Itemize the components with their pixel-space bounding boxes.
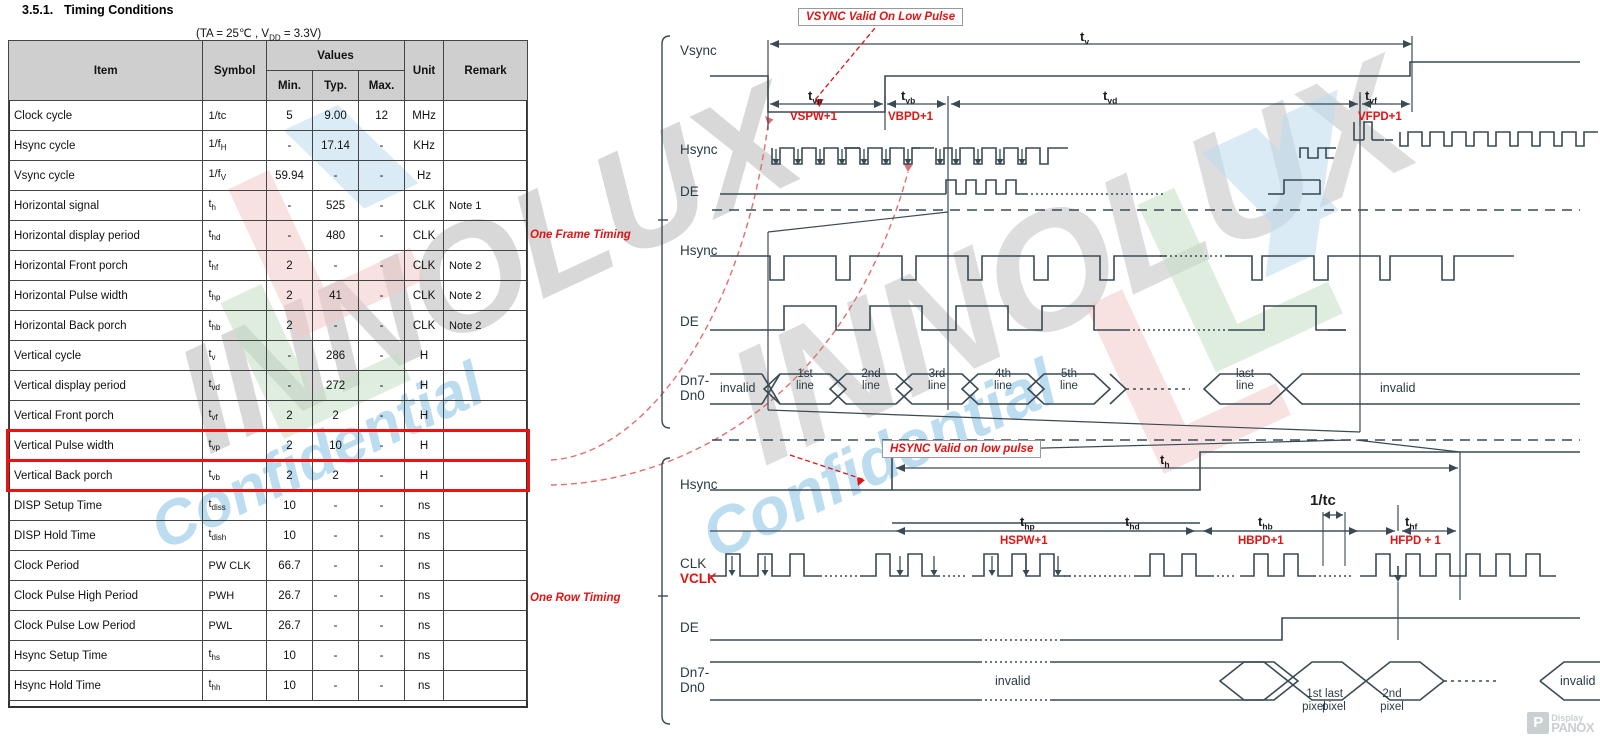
thd-subscript: hd <box>1129 521 1140 532</box>
data-cell-invalid-row-end: invalid <box>1560 674 1596 688</box>
group-label-one-row-timing: One Row Timing <box>530 592 621 604</box>
tvd-subscript: vd <box>1107 95 1118 106</box>
timing-label-thp: thp <box>1020 514 1035 532</box>
timing-label-tvp: tvp <box>808 88 822 106</box>
data-cell-3rd-line: 3rd line <box>928 368 946 392</box>
callout-hsync-valid: HSYNC Valid on low pulse <box>882 440 1042 458</box>
tvf-subscript: vf <box>1369 95 1377 106</box>
timing-diagrams: VSYNC Valid On Low Pulse HSYNC Valid on … <box>530 0 1600 738</box>
thb-subscript: hb <box>1262 521 1273 532</box>
leader-vbpd <box>550 171 909 486</box>
timing-label-th: th <box>1160 452 1170 470</box>
signal-label-clk-row: CLK VCLK <box>680 556 717 586</box>
timing-label-clock-period: 1/tc <box>1310 492 1336 509</box>
signal-label-clk: CLK <box>680 556 707 571</box>
timing-label-thb: thb <box>1258 514 1273 532</box>
group-label-one-frame-timing: One Frame Timing <box>530 229 631 241</box>
tvp-subscript: vp <box>812 95 823 106</box>
timing-label-tvb: tvb <box>901 88 915 106</box>
displaypanox-logo: P Display PANOX <box>1527 712 1594 734</box>
signal-label-vsync: Vsync <box>680 43 717 58</box>
red-label-hbpd: HBPD+1 <box>1238 535 1284 547</box>
timing-label-thd: thd <box>1125 514 1140 532</box>
data-cell-5th-line: 5th line <box>1060 368 1078 392</box>
data-cell-invalid-frame-end: invalid <box>1380 381 1416 395</box>
data-cell-invalid-row-start: invalid <box>995 674 1031 688</box>
callout-vsync-valid: VSYNC Valid On Low Pulse <box>798 8 964 26</box>
datasheet-page: INNOLUX Confidential INNOLUX Confidentia… <box>0 0 1600 738</box>
data-cell-4th-line: 4th line <box>994 368 1012 392</box>
leader-arrow-vspw <box>765 116 774 125</box>
signal-label-data-row-line1: Dn7- <box>680 665 710 680</box>
data-cell-2nd-pixel: 2nd pixel <box>1380 688 1404 713</box>
data-cell-1st-line: 1st line <box>796 368 814 392</box>
th-subscript: h <box>1164 459 1170 470</box>
signal-label-vclk: VCLK <box>680 571 717 586</box>
tv-subscript: v <box>1084 36 1090 47</box>
red-label-hspw: HSPW+1 <box>1000 535 1048 547</box>
data-cell-last-pixel: last pixel <box>1322 688 1346 713</box>
leader-vspw <box>550 124 769 461</box>
timing-label-tv: tv <box>1080 29 1089 47</box>
data-cell-last-line: last line <box>1236 368 1254 392</box>
timing-label-tvf: tvf <box>1365 88 1377 106</box>
signal-label-data-row: Dn7- Dn0 <box>680 665 709 695</box>
signal-label-data-frame-line1: Dn7- <box>680 373 710 388</box>
logo-line-2: PANOX <box>1551 720 1594 735</box>
red-label-vbpd: VBPD+1 <box>888 111 934 123</box>
signal-label-de-expanded: DE <box>680 314 699 329</box>
red-label-vfpd: VFPD+1 <box>1358 111 1402 123</box>
timing-label-thf: thf <box>1405 514 1417 532</box>
signal-label-data-frame-line2: Dn0 <box>680 388 705 403</box>
logo-mark-icon: P <box>1527 712 1550 734</box>
thf-subscript: hf <box>1409 521 1418 532</box>
leader-arrow-vbpd <box>903 163 913 172</box>
signal-label-hsync-expanded: Hsync <box>680 243 718 258</box>
data-cell-invalid-frame-start: invalid <box>720 381 756 395</box>
tvb-subscript: vb <box>905 95 916 106</box>
red-label-vspw: VSPW+1 <box>790 111 837 123</box>
thp-subscript: hp <box>1024 521 1035 532</box>
signal-label-hsync-row: Hsync <box>680 477 718 492</box>
signal-label-hsync-top: Hsync <box>680 142 718 157</box>
signal-label-data-frame: Dn7- Dn0 <box>680 373 709 403</box>
data-cell-2nd-line: 2nd line <box>861 368 881 392</box>
red-label-hfpd: HFPD + 1 <box>1390 535 1441 547</box>
signal-label-de-row: DE <box>680 620 699 635</box>
timing-label-tvd: tvd <box>1103 88 1117 106</box>
signal-label-data-row-line2: Dn0 <box>680 680 705 695</box>
signal-label-de-top: DE <box>680 184 699 199</box>
